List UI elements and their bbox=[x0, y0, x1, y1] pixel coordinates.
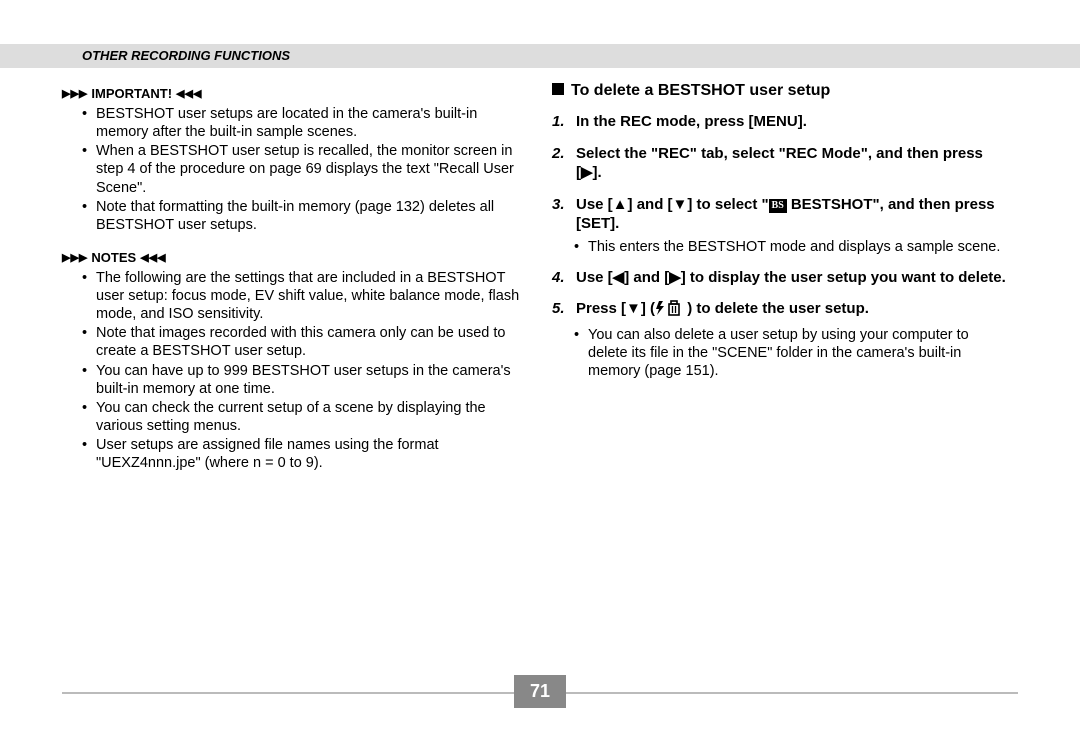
notes-heading: ▶▶▶ NOTES ◀◀◀ bbox=[62, 250, 522, 265]
flash-trash-icon bbox=[655, 300, 683, 322]
header-title: OTHER RECORDING FUNCTIONS bbox=[82, 48, 290, 63]
list-item: You can have up to 999 BESTSHOT user set… bbox=[96, 362, 522, 398]
list-item: This enters the BESTSHOT mode and displa… bbox=[588, 238, 1012, 256]
left-column: ▶▶▶ IMPORTANT! ◀◀◀ BESTSHOT user setups … bbox=[62, 82, 522, 488]
list-item: Note that formatting the built-in memory… bbox=[96, 198, 522, 234]
step-sublist: You can also delete a user setup by usin… bbox=[588, 326, 1012, 380]
list-item: You can also delete a user setup by usin… bbox=[588, 326, 1012, 380]
notes-list: The following are the settings that are … bbox=[96, 269, 522, 472]
important-list: BESTSHOT user setups are located in the … bbox=[96, 105, 522, 234]
marker-left-icon: ◀◀◀ bbox=[176, 87, 201, 100]
list-item: User setups are assigned file names usin… bbox=[96, 436, 522, 472]
step-item: 4.Use [◀] and [▶] to display the user se… bbox=[552, 268, 1012, 288]
step-text: Use [◀] and [▶] to display the user setu… bbox=[576, 269, 1006, 286]
right-column: To delete a BESTSHOT user setup 1.In the… bbox=[552, 82, 1012, 488]
content-area: ▶▶▶ IMPORTANT! ◀◀◀ BESTSHOT user setups … bbox=[62, 82, 1018, 488]
delete-heading: To delete a BESTSHOT user setup bbox=[552, 82, 1012, 100]
list-item: Note that images recorded with this came… bbox=[96, 324, 522, 360]
delete-heading-text: To delete a BESTSHOT user setup bbox=[571, 82, 830, 99]
step-text: Use [▲] and [▼] to select "BS BESTSHOT",… bbox=[576, 196, 995, 233]
page-number: 71 bbox=[514, 675, 566, 708]
marker-right-icon: ▶▶▶ bbox=[62, 251, 87, 264]
list-item: When a BESTSHOT user setup is recalled, … bbox=[96, 142, 522, 196]
marker-left-icon: ◀◀◀ bbox=[140, 251, 165, 264]
important-label: IMPORTANT! bbox=[91, 86, 172, 101]
list-item: The following are the settings that are … bbox=[96, 269, 522, 323]
marker-right-icon: ▶▶▶ bbox=[62, 87, 87, 100]
step-text: In the REC mode, press [MENU]. bbox=[576, 113, 807, 130]
list-item: BESTSHOT user setups are located in the … bbox=[96, 105, 522, 141]
bs-icon: BS bbox=[769, 199, 787, 213]
list-item: You can check the current setup of a sce… bbox=[96, 399, 522, 435]
step-text: Select the "REC" tab, select "REC Mode",… bbox=[576, 145, 983, 182]
step-text: Press [▼] ( ) to delete the user setup. bbox=[576, 300, 869, 317]
important-heading: ▶▶▶ IMPORTANT! ◀◀◀ bbox=[62, 86, 522, 101]
step-sublist: This enters the BESTSHOT mode and displa… bbox=[588, 238, 1012, 256]
notes-label: NOTES bbox=[91, 250, 136, 265]
step-item: 3.Use [▲] and [▼] to select "BS BESTSHOT… bbox=[552, 195, 1012, 256]
step-item: 1.In the REC mode, press [MENU]. bbox=[552, 112, 1012, 132]
footer: 71 bbox=[0, 675, 1080, 708]
step-item: 5.Press [▼] ( ) to delete the user setup… bbox=[552, 299, 1012, 380]
step-list: 1.In the REC mode, press [MENU]. 2.Selec… bbox=[552, 112, 1012, 380]
step-item: 2.Select the "REC" tab, select "REC Mode… bbox=[552, 144, 1012, 183]
square-bullet-icon bbox=[552, 83, 564, 95]
